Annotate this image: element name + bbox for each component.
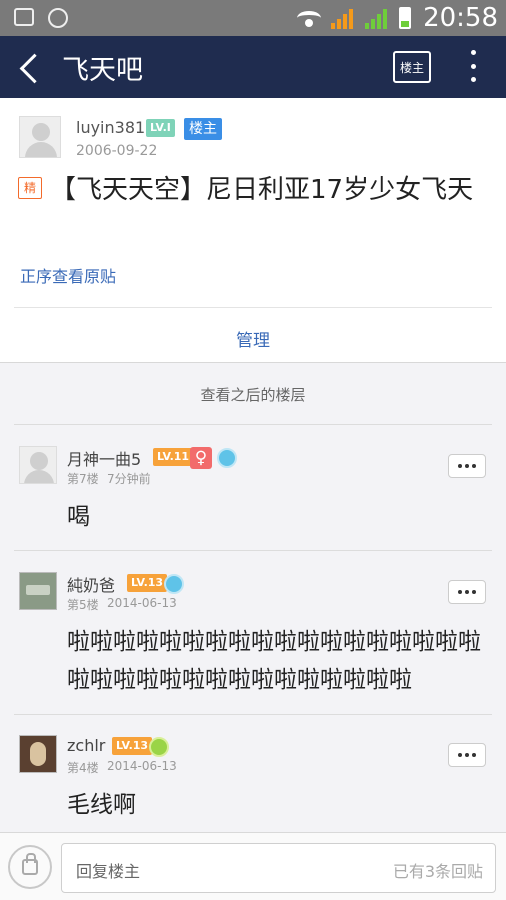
reply-more-button[interactable] (448, 454, 486, 478)
reply-author[interactable]: 純奶爸 (67, 572, 115, 596)
signal-green-icon (365, 7, 391, 29)
section-label: 查看之后的楼层 (200, 386, 306, 404)
chevron-left-icon (19, 53, 50, 84)
divider (14, 550, 492, 551)
only-op-button[interactable]: 楼主 (393, 51, 431, 83)
reply-time: 7分钟前 (107, 472, 151, 486)
back-button[interactable] (8, 44, 54, 90)
reply-more-button[interactable] (448, 580, 486, 604)
divider (14, 424, 492, 425)
divider (14, 307, 492, 308)
like-button[interactable] (8, 845, 52, 889)
floor-number: 第5楼 (67, 598, 99, 612)
medal-icon (149, 737, 169, 757)
medal-icon (164, 574, 184, 594)
thumbs-up-icon (22, 853, 38, 875)
main-post: luyin381 LV.I 楼主 2006-09-22 精 【飞天天空】尼日利亚… (0, 98, 506, 362)
signal-orange-icon (331, 7, 357, 29)
reply-placeholder: 回复楼主 (76, 862, 141, 881)
reply-avatar[interactable] (19, 572, 57, 610)
status-bar: 20:58 (0, 0, 506, 36)
more-options-icon[interactable] (468, 50, 478, 82)
level-badge: LV.13 (112, 737, 153, 755)
reply-avatar[interactable] (19, 446, 57, 484)
forum-title: 飞天吧 (62, 55, 143, 86)
reply-content: 喝 (67, 504, 90, 530)
reply-time: 2014-06-13 (107, 759, 177, 773)
manage-button[interactable]: 管理 (0, 326, 506, 351)
reply-time: 2014-06-13 (107, 596, 177, 610)
reply-bar: 回复楼主 已有3条回贴 (0, 832, 506, 900)
media-notification-icon (48, 8, 68, 28)
gallery-notification-icon (14, 8, 34, 26)
medal-icon (217, 448, 237, 468)
author-avatar[interactable] (19, 116, 61, 158)
battery-icon (399, 7, 412, 29)
op-badge: 楼主 (184, 118, 222, 140)
reply-author[interactable]: 月神一曲5 (67, 446, 141, 470)
female-icon: ♀ (190, 447, 212, 469)
reply-avatar[interactable] (19, 735, 57, 773)
level-badge: LV.11 (153, 448, 194, 466)
post-title: 【飞天天空】尼日利亚17岁少女飞天 (50, 175, 474, 205)
wifi-icon (295, 7, 323, 29)
divider (0, 362, 506, 363)
post-date: 2006-09-22 (76, 143, 158, 159)
reply-content: 啦啦啦啦啦啦啦啦啦啦啦啦啦啦啦啦啦啦啦啦啦啦啦啦啦啦啦啦啦啦啦啦啦 (67, 629, 481, 693)
floor-number: 第7楼 (67, 472, 99, 486)
reply-input[interactable]: 回复楼主 已有3条回贴 (61, 843, 496, 893)
author-name[interactable]: luyin381 (76, 118, 145, 137)
level-badge: LV.13 (127, 574, 168, 592)
reply-content: 毛线啊 (67, 792, 136, 818)
top-nav-bar: 飞天吧 楼主 (0, 36, 506, 98)
floor-number: 第4楼 (67, 761, 99, 775)
reply-count: 已有3条回贴 (392, 862, 483, 881)
divider (14, 714, 492, 715)
level-badge: LV.I (146, 119, 175, 137)
view-original-link[interactable]: 正序查看原贴 (20, 263, 116, 287)
reply-author[interactable]: zchlr (67, 736, 105, 755)
reply-more-button[interactable] (448, 743, 486, 767)
clock: 20:58 (423, 3, 498, 33)
